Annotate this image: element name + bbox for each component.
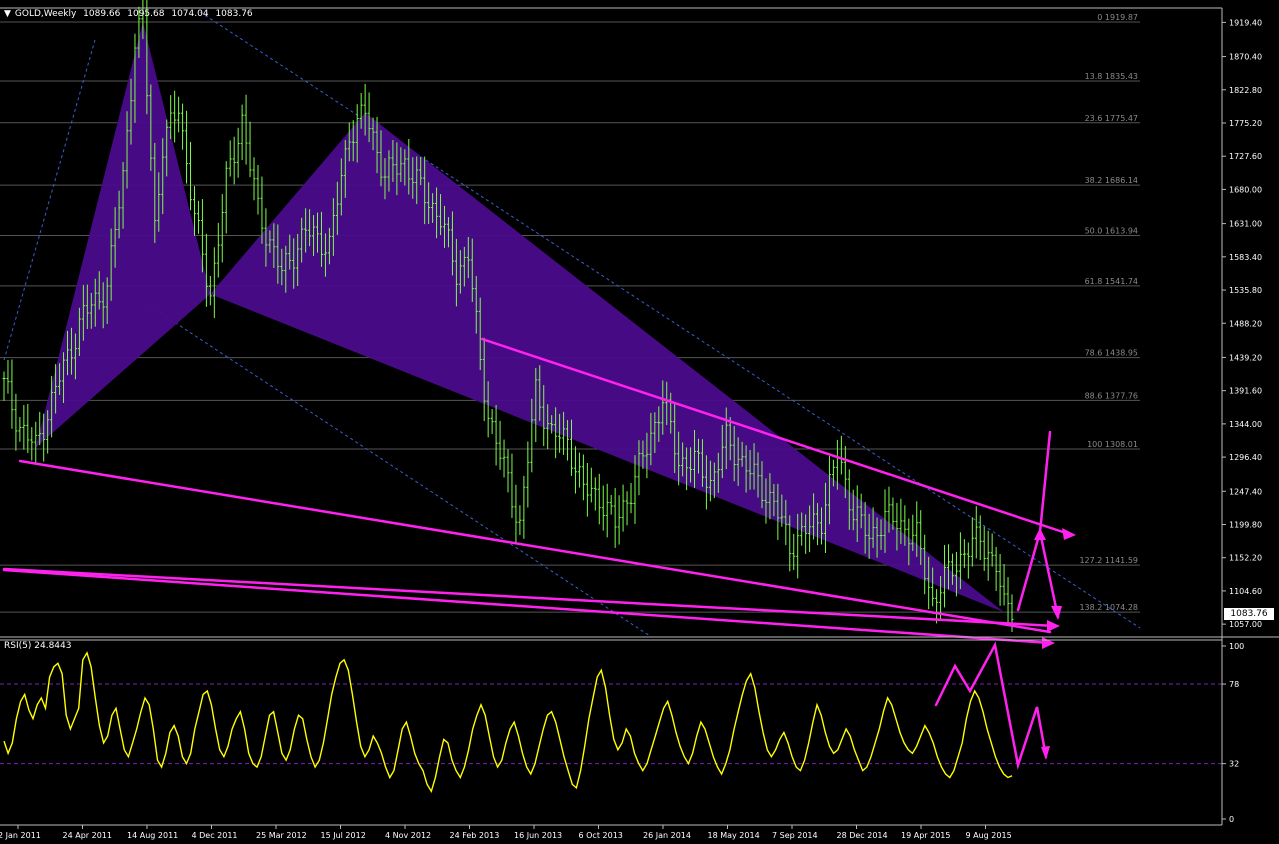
fib-level-label: 23.6 1775.47: [1085, 114, 1138, 123]
time-tick-label: 7 Sep 2014: [772, 831, 818, 840]
dropdown-icon[interactable]: ▼: [4, 9, 11, 19]
fib-level-label: 38.2 1686.14: [1085, 176, 1138, 185]
price-tick-label: 1152.20: [1229, 554, 1262, 563]
time-tick-label: 4 Nov 2012: [385, 831, 431, 840]
current-price-label: 1083.76: [1224, 608, 1274, 620]
fib-level-label: 61.8 1541.74: [1085, 277, 1138, 286]
price-tick-label: 1344.00: [1229, 420, 1262, 429]
price-tick-label: 1631.00: [1229, 220, 1262, 229]
price-tick-label: 1199.80: [1229, 520, 1262, 529]
price-tick-label: 1680.00: [1229, 185, 1262, 194]
time-tick-label: 16 Jun 2013: [514, 831, 562, 840]
chart-header: ▼ GOLD,Weekly 1089.66 1095.68 1074.04 108…: [4, 9, 257, 19]
time-tick-label: 15 Jul 2012: [321, 831, 366, 840]
time-tick-label: 24 Feb 2013: [450, 831, 500, 840]
price-tick-label: 1247.40: [1229, 487, 1262, 496]
price-tick-label: 1391.60: [1229, 387, 1262, 396]
rsi-tick-label: 100: [1229, 642, 1244, 651]
time-tick-label: 2 Jan 2011: [0, 831, 41, 840]
rsi-tick-label: 32: [1229, 760, 1239, 769]
fib-level-label: 0 1919.87: [1097, 13, 1138, 22]
time-tick-label: 28 Dec 2014: [837, 831, 888, 840]
price-tick-label: 1104.60: [1229, 587, 1262, 596]
price-tick-label: 1535.80: [1229, 286, 1262, 295]
price-tick-label: 1919.40: [1229, 18, 1262, 27]
time-tick-label: 26 Jan 2014: [643, 831, 691, 840]
time-tick-label: 18 May 2014: [708, 831, 760, 840]
price-tick-label: 1870.40: [1229, 53, 1262, 62]
price-tick-label: 1439.20: [1229, 353, 1262, 362]
fib-level-label: 100 1308.01: [1087, 440, 1138, 449]
time-tick-label: 24 Apr 2011: [63, 831, 112, 840]
price-tick-label: 1057.00: [1229, 620, 1262, 629]
time-tick-label: 14 Aug 2011: [127, 831, 178, 840]
rsi-header: RSI(5) 24.8443: [4, 641, 71, 651]
fib-level-label: 88.6 1377.76: [1085, 391, 1138, 400]
fib-level-label: 13.8 1835.43: [1085, 72, 1138, 81]
price-tick-label: 1775.20: [1229, 119, 1262, 128]
price-tick-label: 1727.60: [1229, 152, 1262, 161]
rsi-tick-label: 78: [1229, 680, 1239, 689]
rsi-value: 24.8443: [34, 641, 72, 651]
close-value: 1083.76: [215, 9, 253, 19]
time-tick-label: 25 Mar 2012: [256, 831, 307, 840]
time-tick-label: 6 Oct 2013: [579, 831, 623, 840]
open-value: 1089.66: [83, 9, 121, 19]
fib-level-label: 78.6 1438.95: [1085, 349, 1138, 358]
fib-level-label: 50.0 1613.94: [1085, 227, 1138, 236]
rsi-label: RSI(5): [4, 641, 32, 651]
rsi-tick-label: 0: [1229, 815, 1234, 824]
high-value: 1095.68: [127, 9, 165, 19]
symbol-label: GOLD,Weekly: [14, 9, 77, 19]
time-tick-label: 19 Apr 2015: [901, 831, 950, 840]
price-tick-label: 1296.40: [1229, 453, 1262, 462]
price-tick-label: 1822.80: [1229, 86, 1262, 95]
price-tick-label: 1583.40: [1229, 253, 1262, 262]
time-tick-label: 9 Aug 2015: [966, 831, 1012, 840]
price-chart: 0 1919.87 13.8 1835.43 23.6 1775.47 38.2 16…: [0, 0, 1279, 840]
time-tick-label: 4 Dec 2011: [192, 831, 238, 840]
chart-window: 0 1919.87 13.8 1835.43 23.6 1775.47 38.2 16…: [0, 0, 1279, 840]
price-tick-label: 1488.20: [1229, 319, 1262, 328]
fib-level-label: 127.2 1141.59: [1079, 556, 1138, 565]
low-value: 1074.04: [171, 9, 209, 19]
